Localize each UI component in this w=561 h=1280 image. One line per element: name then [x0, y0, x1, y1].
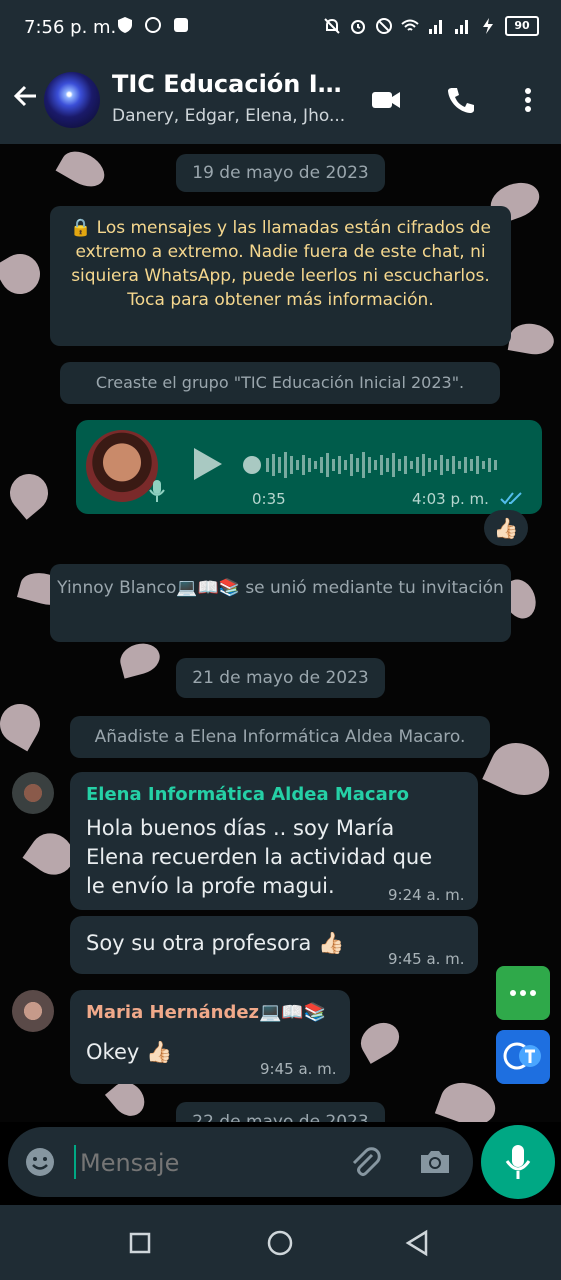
more-dots-icon: [510, 990, 536, 996]
camera-icon[interactable]: [418, 1145, 452, 1179]
sender-name[interactable]: Elena Informática Aldea Macaro: [86, 784, 409, 805]
play-icon[interactable]: [192, 446, 224, 482]
wallpaper-flower: [434, 1075, 502, 1122]
wallpaper-flower: [116, 639, 164, 679]
date-separator: 21 de mayo de 2023: [176, 658, 385, 698]
voice-message-bubble[interactable]: 0:35 4:03 p. m.: [76, 420, 542, 514]
charging-icon: [483, 18, 493, 34]
emoji-icon[interactable]: [24, 1146, 56, 1178]
chat-participants[interactable]: Danery, Edgar, Elena, Jho...: [112, 106, 352, 126]
microphone-icon: [505, 1145, 531, 1179]
back-arrow-icon[interactable]: [12, 82, 40, 110]
system-navigation-bar: [0, 1205, 561, 1280]
battery-indicator: 90: [505, 16, 539, 36]
chat-title[interactable]: TIC Educación Ini...: [112, 70, 352, 98]
incoming-message[interactable]: Soy su otra profesora 👍🏻 9:45 a. m.: [70, 916, 478, 974]
message-text: Okey 👍🏻: [86, 1040, 173, 1064]
sender-avatar[interactable]: [12, 990, 54, 1032]
wallpaper-flower: [507, 320, 557, 358]
microphone-icon: [149, 480, 165, 502]
app-notification-icon: [174, 18, 188, 32]
sender-name[interactable]: Maria Hernández💻📖📚: [86, 1002, 326, 1023]
voice-duration: 0:35: [252, 490, 286, 508]
wallpaper-flower: [354, 1016, 406, 1064]
date-separator-partial: 22 de mayo de 2023: [176, 1102, 385, 1122]
text-cursor: [74, 1145, 76, 1179]
member-joined-notice: Yinnoy Blanco💻📖📚 se unió mediante tu inv…: [50, 564, 511, 642]
attach-icon[interactable]: [348, 1145, 382, 1179]
signal-icon: [429, 20, 442, 34]
alarm-icon: [351, 20, 365, 34]
status-time: 7:56 p. m.: [24, 17, 117, 38]
wallpaper-flower: [55, 144, 111, 194]
whatsapp-icon: [145, 17, 161, 33]
read-receipt-icon: [500, 492, 522, 505]
status-bar: 7:56 p. m. 90: [0, 0, 561, 56]
status-right-icons: 90: [323, 16, 539, 36]
wallpaper-flower: [482, 733, 558, 805]
signal-icon-2: [455, 20, 468, 34]
encryption-notice[interactable]: 🔒 Los mensajes y las llamadas están cifr…: [50, 206, 511, 346]
status-left-icons: [116, 16, 190, 34]
voice-record-button[interactable]: [481, 1125, 555, 1199]
group-created-notice: Creaste el grupo "TIC Educación Inicial …: [60, 362, 500, 404]
incoming-message[interactable]: Elena Informática Aldea Macaro Hola buen…: [70, 772, 478, 910]
dnd-icon: [376, 18, 392, 34]
chat-header: TIC Educación Ini... Danery, Edgar, Elen…: [0, 56, 561, 144]
mute-icon: [324, 18, 340, 34]
incoming-message[interactable]: Maria Hernández💻📖📚 Okey 👍🏻 9:45 a. m.: [70, 990, 350, 1084]
message-time: 9:24 a. m.: [388, 886, 465, 904]
message-input-bar: [8, 1127, 473, 1197]
floating-chat-bubble-button[interactable]: [496, 966, 550, 1020]
audio-waveform[interactable]: [242, 448, 522, 482]
message-time: 9:45 a. m.: [388, 950, 465, 968]
more-options-icon[interactable]: [512, 84, 544, 116]
date-separator: 19 de mayo de 2023: [176, 154, 385, 192]
wallpaper-flower: [0, 246, 48, 302]
translate-icon: [503, 1042, 541, 1070]
chat-area[interactable]: 19 de mayo de 2023 🔒 Los mensajes y las …: [0, 144, 561, 1122]
wallpaper-flower: [0, 696, 48, 752]
home-icon[interactable]: [266, 1229, 294, 1257]
recent-apps-icon[interactable]: [128, 1231, 152, 1255]
shield-icon: [118, 17, 132, 33]
member-added-notice: Añadiste a Elena Informática Aldea Macar…: [70, 716, 490, 758]
video-call-icon[interactable]: [370, 84, 402, 116]
message-text: Soy su otra profesora 👍🏻: [86, 931, 345, 955]
message-reaction[interactable]: 👍🏻: [484, 510, 528, 546]
group-avatar[interactable]: [44, 72, 100, 128]
translate-app-button[interactable]: [496, 1030, 550, 1084]
sender-avatar[interactable]: [12, 772, 54, 814]
wifi-icon: [401, 19, 419, 31]
voice-call-icon[interactable]: [445, 84, 477, 116]
wallpaper-flower: [2, 466, 56, 520]
message-time: 9:45 a. m.: [260, 1060, 337, 1078]
message-input[interactable]: [78, 1141, 332, 1185]
message-time: 4:03 p. m.: [412, 490, 489, 508]
back-nav-icon[interactable]: [404, 1229, 430, 1257]
